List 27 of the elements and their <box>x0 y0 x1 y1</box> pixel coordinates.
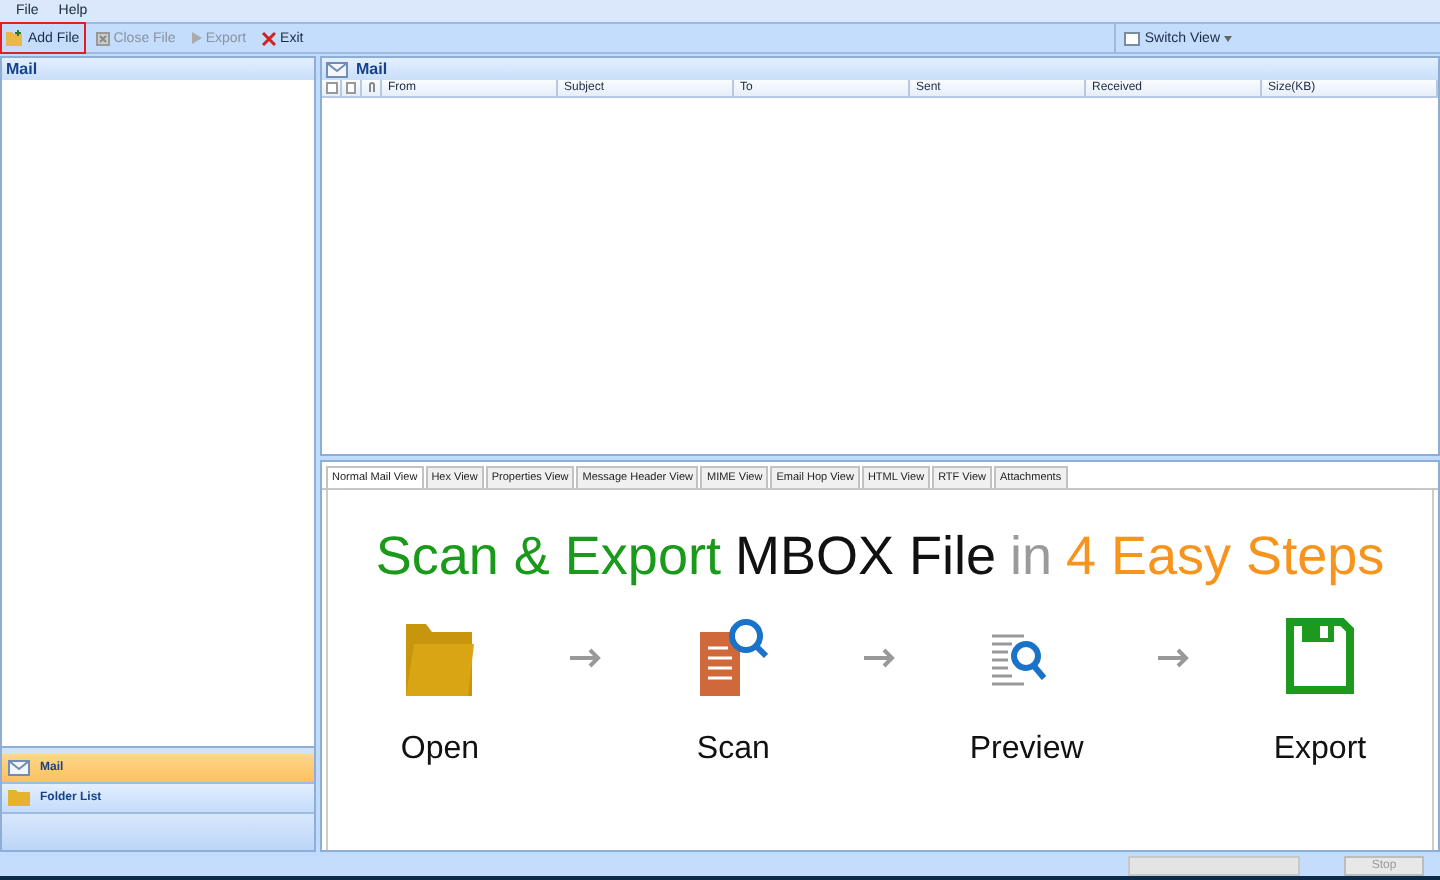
checkbox-icon <box>325 82 337 94</box>
window-icon <box>1124 31 1141 45</box>
play-icon <box>191 32 202 44</box>
envelope-icon <box>8 760 30 776</box>
document-search-icon <box>699 616 768 696</box>
paperclip-icon <box>367 82 375 94</box>
folder-icon <box>6 30 24 46</box>
pane-title: Mail <box>356 60 388 78</box>
headline-word: MBOX File <box>734 526 996 588</box>
folder-icon <box>8 790 30 806</box>
close-file-icon <box>95 31 110 45</box>
arrow-icon <box>1157 648 1190 668</box>
headline-word: 4 Easy Steps <box>1066 526 1385 588</box>
arrow-icon <box>863 648 896 668</box>
step-label: Open <box>400 732 480 768</box>
save-icon <box>1285 616 1354 696</box>
envelope-icon <box>326 61 348 77</box>
arrow-icon <box>570 648 603 668</box>
step-label: Scan <box>696 732 770 768</box>
document-icon <box>346 82 356 94</box>
headline-word: in <box>1010 526 1053 588</box>
step-label: Preview <box>969 732 1084 768</box>
caret-icon <box>1224 35 1232 41</box>
pane-title: Mail <box>2 58 314 80</box>
step-label: Export <box>1273 732 1367 768</box>
close-icon <box>262 31 277 45</box>
headline-word: Scan & Export <box>375 526 721 588</box>
